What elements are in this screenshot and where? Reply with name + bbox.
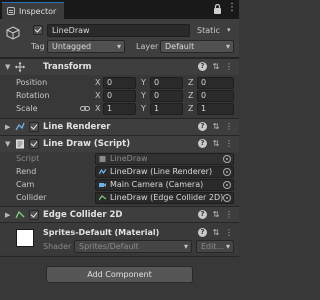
help-icon[interactable]: ? bbox=[198, 228, 207, 237]
rotation-y-label[interactable]: Y bbox=[141, 91, 146, 100]
edge-collider-enabled-checkbox[interactable] bbox=[29, 210, 39, 220]
constrain-proportions-icon[interactable] bbox=[80, 104, 90, 113]
position-z-label[interactable]: Z bbox=[188, 78, 193, 87]
add-component-button[interactable]: Add Component bbox=[46, 266, 193, 283]
divider bbox=[0, 256, 239, 257]
expand-arrow-icon[interactable]: ▶ bbox=[5, 211, 10, 219]
expand-arrow-icon[interactable]: ▶ bbox=[5, 123, 10, 131]
help-icon[interactable]: ? bbox=[198, 122, 207, 131]
cam-label: Cam bbox=[16, 180, 35, 189]
position-x-field[interactable]: 0 bbox=[103, 77, 136, 89]
more-icon[interactable]: ⋮ bbox=[225, 122, 233, 132]
object-picker-icon[interactable] bbox=[223, 155, 231, 163]
camera-icon bbox=[99, 183, 106, 187]
line-renderer-header[interactable]: ▶ Line Renderer ? ⇅ ⋮ bbox=[0, 118, 239, 135]
scale-x-field[interactable]: 1 bbox=[103, 103, 136, 115]
position-z-field[interactable]: 0 bbox=[197, 77, 234, 89]
object-picker-icon[interactable] bbox=[223, 168, 231, 176]
position-x-label[interactable]: X bbox=[95, 78, 100, 87]
line-renderer-icon bbox=[99, 169, 106, 175]
menu-icon[interactable]: ⋮ bbox=[227, 3, 237, 13]
more-icon[interactable]: ⋮ bbox=[225, 62, 233, 72]
material-preview[interactable] bbox=[16, 229, 34, 247]
object-picker-icon[interactable] bbox=[223, 181, 231, 189]
line-renderer-enabled-checkbox[interactable] bbox=[29, 122, 39, 132]
layer-label: Layer bbox=[136, 42, 159, 51]
transform-header[interactable]: ▼ Transform ? ⇅ ⋮ bbox=[0, 58, 239, 75]
material-section: Sprites-Default (Material) ? ⇅ ⋮ Shader … bbox=[0, 222, 239, 254]
more-icon[interactable]: ⋮ bbox=[225, 210, 233, 220]
line-draw-enabled-checkbox[interactable] bbox=[29, 139, 39, 149]
line-draw-header[interactable]: ▼ Line Draw (Script) ? ⇅ ⋮ bbox=[0, 135, 239, 152]
edge-collider-icon bbox=[99, 195, 106, 201]
line-renderer-icon bbox=[15, 122, 25, 131]
rend-label: Rend bbox=[16, 167, 37, 176]
script-file-icon bbox=[99, 156, 106, 162]
tag-label: Tag bbox=[31, 42, 45, 51]
scale-z-label[interactable]: Z bbox=[188, 104, 193, 113]
preset-icon[interactable]: ⇅ bbox=[212, 228, 220, 238]
collider-label: Collider bbox=[16, 193, 47, 202]
edge-collider-header[interactable]: ▶ Edge Collider 2D ? ⇅ ⋮ bbox=[0, 206, 239, 223]
preset-icon[interactable]: ⇅ bbox=[212, 62, 220, 72]
script-icon bbox=[16, 139, 24, 149]
position-y-label[interactable]: Y bbox=[141, 78, 146, 87]
rotation-label: Rotation bbox=[16, 91, 50, 100]
preset-icon[interactable]: ⇅ bbox=[212, 210, 220, 220]
preset-icon[interactable]: ⇅ bbox=[212, 122, 220, 132]
script-label: Script bbox=[16, 154, 40, 163]
cam-field[interactable]: Main Camera (Camera) bbox=[95, 179, 234, 191]
expand-arrow-icon[interactable]: ▼ bbox=[5, 63, 10, 71]
more-icon[interactable]: ⋮ bbox=[225, 228, 233, 238]
more-icon[interactable]: ⋮ bbox=[225, 139, 233, 149]
layer-dropdown[interactable]: Default bbox=[160, 40, 234, 53]
scale-y-field[interactable]: 1 bbox=[150, 103, 183, 115]
cube-icon bbox=[6, 26, 20, 40]
line-draw-title: Line Draw (Script) bbox=[43, 139, 131, 149]
shader-edit-button[interactable]: Edit... bbox=[196, 240, 234, 253]
rotation-x-label[interactable]: X bbox=[95, 91, 100, 100]
scale-y-label[interactable]: Y bbox=[141, 104, 146, 113]
position-label: Position bbox=[16, 78, 48, 87]
shader-dropdown[interactable]: Sprites/Default bbox=[74, 240, 192, 253]
script-field: LineDraw bbox=[95, 153, 234, 165]
help-icon[interactable]: ? bbox=[198, 210, 207, 219]
expand-arrow-icon[interactable]: ▼ bbox=[5, 140, 10, 148]
line-renderer-title: Line Renderer bbox=[43, 122, 111, 132]
scale-label: Scale bbox=[16, 104, 38, 113]
transform-title: Transform bbox=[43, 62, 92, 72]
rend-field[interactable]: LineDraw (Line Renderer) bbox=[95, 166, 234, 178]
shader-label: Shader bbox=[43, 242, 72, 251]
rotation-y-field[interactable]: 0 bbox=[150, 90, 183, 102]
tab-title: Inspector bbox=[19, 6, 57, 16]
scale-z-field[interactable]: 1 bbox=[197, 103, 234, 115]
inspector-icon bbox=[7, 7, 15, 15]
rotation-x-field[interactable]: 0 bbox=[103, 90, 136, 102]
rotation-z-label[interactable]: Z bbox=[188, 91, 193, 100]
edge-collider-title: Edge Collider 2D bbox=[43, 210, 123, 220]
gameobject-header: LineDraw Static ▾ Tag Untagged Layer Def… bbox=[0, 19, 239, 58]
lock-icon[interactable] bbox=[213, 4, 222, 14]
scale-x-label[interactable]: X bbox=[95, 104, 100, 113]
position-y-field[interactable]: 0 bbox=[150, 77, 183, 89]
transform-icon bbox=[15, 62, 25, 72]
tag-dropdown[interactable]: Untagged bbox=[47, 40, 125, 53]
name-field[interactable]: LineDraw bbox=[47, 24, 190, 37]
help-icon[interactable]: ? bbox=[198, 62, 207, 71]
tab-inspector[interactable]: Inspector bbox=[2, 2, 64, 19]
material-title: Sprites-Default (Material) bbox=[43, 228, 160, 237]
preset-icon[interactable]: ⇅ bbox=[212, 139, 220, 149]
tab-bar: Inspector ⋮ bbox=[0, 0, 239, 19]
rotation-z-field[interactable]: 0 bbox=[197, 90, 234, 102]
static-dropdown-icon[interactable]: ▾ bbox=[227, 25, 231, 35]
help-icon[interactable]: ? bbox=[198, 139, 207, 148]
collider-field[interactable]: LineDraw (Edge Collider 2D) bbox=[95, 192, 234, 204]
active-checkbox[interactable] bbox=[33, 25, 43, 35]
object-picker-icon[interactable] bbox=[223, 194, 231, 202]
edge-collider-icon bbox=[15, 210, 25, 219]
static-label: Static bbox=[197, 26, 220, 35]
